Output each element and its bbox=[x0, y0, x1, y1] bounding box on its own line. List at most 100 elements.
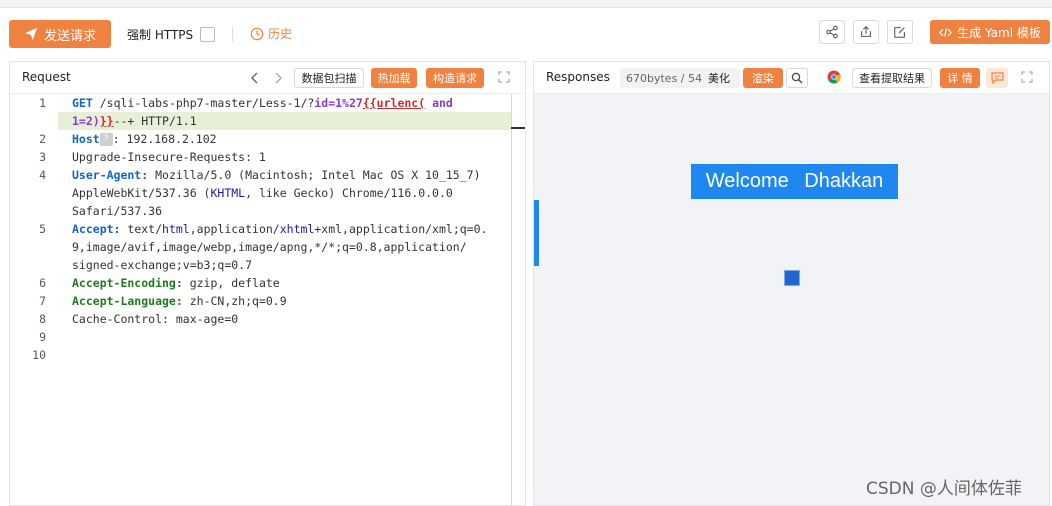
clock-icon bbox=[250, 27, 264, 40]
query-param: id=1%27 bbox=[314, 96, 363, 110]
search-icon bbox=[791, 72, 803, 84]
send-request-label: 发送请求 bbox=[43, 28, 96, 44]
line-number: 1 bbox=[39, 96, 46, 110]
watermark: CSDN @人间体佐菲 bbox=[866, 479, 1022, 499]
header-value: gzip, deflate bbox=[182, 276, 280, 290]
header-value: Mozilla/5.0 (Macintosh; Intel Mac OS X 1… bbox=[148, 168, 481, 182]
sql-keyword: and bbox=[432, 96, 453, 110]
send-request-button[interactable]: 发送请求 bbox=[9, 20, 111, 48]
render-button[interactable]: 渲染 bbox=[743, 68, 783, 88]
toolbar-divider bbox=[232, 27, 233, 42]
header-value-keyword: xhtml bbox=[279, 222, 315, 236]
line-number: 10 bbox=[32, 348, 46, 362]
comment-button[interactable] bbox=[986, 68, 1008, 88]
chevron-right-icon[interactable] bbox=[272, 71, 284, 85]
line-number: 4 bbox=[39, 168, 46, 182]
response-size: 670bytes / 54 bbox=[626, 71, 702, 85]
top-strip bbox=[0, 0, 1052, 8]
packet-scan-button[interactable]: 数据包扫描 bbox=[294, 68, 364, 88]
code-line: 9,image/avif,image/webp,image/apng,*/*;q… bbox=[72, 240, 467, 254]
request-tail: --+ HTTP/1.1 bbox=[113, 114, 197, 128]
line-number: 5 bbox=[39, 222, 46, 236]
code-line: 1=2)}}--+ HTTP/1.1 bbox=[72, 112, 197, 130]
editor-scrollbar-track[interactable] bbox=[511, 94, 512, 505]
line-number: 8 bbox=[39, 312, 46, 326]
editor-scroll-marker bbox=[511, 127, 525, 129]
line-gutter: 1 2 3 4 5 6 7 8 9 10 bbox=[10, 94, 58, 505]
build-request-button[interactable]: 构造请求 bbox=[426, 68, 484, 88]
view-extract-results-button[interactable]: 查看提取结果 bbox=[852, 68, 932, 88]
export-button[interactable] bbox=[853, 20, 879, 44]
edit-icon bbox=[894, 27, 905, 38]
header-key: Accept: bbox=[72, 222, 121, 236]
line-number: 9 bbox=[39, 330, 46, 344]
request-header: Request 数据包扫描 热加载 构造请求 bbox=[10, 62, 525, 94]
export-icon bbox=[861, 26, 871, 37]
welcome-text: Welcome Dhakkan bbox=[691, 164, 898, 199]
code-line: AppleWebKit/537.36 (KHTML, like Gecko) C… bbox=[72, 184, 453, 202]
http-method: GET bbox=[72, 96, 93, 110]
line-number: 7 bbox=[39, 294, 46, 308]
request-title: Request bbox=[22, 70, 71, 84]
hot-reload-button[interactable]: 热加载 bbox=[371, 68, 417, 88]
history-label: 历史 bbox=[268, 27, 293, 41]
response-panel: Responses 670bytes / 54 美化 渲染 查看提取结果 详 情… bbox=[533, 61, 1050, 506]
header-value: ,application/ bbox=[189, 222, 280, 236]
share-icon bbox=[826, 25, 838, 39]
request-panel: Request 数据包扫描 热加载 构造请求 1 2 3 4 5 6 7 8 9… bbox=[9, 61, 526, 506]
send-icon bbox=[24, 27, 38, 41]
code-icon bbox=[939, 27, 953, 37]
header-value: AppleWebKit/537.36 ( bbox=[72, 186, 211, 200]
template-close: }} bbox=[99, 114, 114, 128]
header-key: Accept-Encoding: bbox=[72, 276, 183, 290]
response-header: Responses 670bytes / 54 美化 渲染 查看提取结果 详 情 bbox=[534, 62, 1049, 94]
code-line: Cache-Control: max-age=0 bbox=[72, 312, 239, 326]
force-https-label: 强制 HTTPS bbox=[127, 28, 194, 42]
search-button[interactable] bbox=[786, 68, 808, 88]
header-key: Accept-Language: bbox=[72, 294, 183, 308]
comment-icon bbox=[990, 72, 1004, 84]
code-line: User-Agent: Mozilla/5.0 (Macintosh; Inte… bbox=[72, 166, 481, 184]
generate-yaml-button[interactable]: 生成 Yaml 模板 bbox=[930, 20, 1050, 44]
request-path: /sqli-labs-php7-master/Less-1/? bbox=[99, 96, 315, 110]
force-https-checkbox[interactable] bbox=[200, 27, 215, 42]
expand-icon[interactable] bbox=[1021, 71, 1033, 83]
detail-button[interactable]: 详 情 bbox=[940, 68, 980, 88]
template-tag: {{urlenc( bbox=[362, 96, 426, 110]
code-line: Accept-Language: zh-CN,zh;q=0.9 bbox=[72, 292, 287, 310]
rendered-response[interactable]: Welcome Dhakkan bbox=[534, 94, 1049, 505]
line-number: 3 bbox=[39, 150, 46, 164]
header-key: User-Agent: bbox=[72, 168, 149, 182]
header-value: +xml,application/xml;q=0. bbox=[314, 222, 488, 236]
code-line: Accept-Encoding: gzip, deflate bbox=[72, 274, 280, 292]
sql-expression: 1=2) bbox=[72, 114, 100, 128]
header-value: : 192.168.2.102 bbox=[112, 132, 217, 146]
code-line: Upgrade-Insecure-Requests: 1 bbox=[72, 150, 266, 164]
chrome-icon[interactable] bbox=[827, 70, 841, 84]
main-toolbar: 发送请求 强制 HTTPS 历史 生成 Yaml 模板 bbox=[0, 8, 1052, 60]
help-badge[interactable]: ? bbox=[99, 133, 113, 146]
beautify-button[interactable]: 美化 bbox=[708, 70, 730, 86]
header-value: zh-CN,zh;q=0.9 bbox=[182, 294, 287, 308]
header-value-keyword: KHTML bbox=[210, 186, 246, 200]
chevron-left-icon[interactable] bbox=[249, 71, 261, 85]
header-key: Host bbox=[72, 132, 100, 146]
response-scroll-indicator[interactable] bbox=[534, 200, 539, 266]
broken-image bbox=[784, 270, 800, 286]
header-value-keyword: html bbox=[162, 222, 190, 236]
line-number: 6 bbox=[39, 276, 46, 290]
code-line: Host?: 192.168.2.102 bbox=[72, 130, 217, 148]
code-line: Safari/537.36 bbox=[72, 204, 163, 218]
header-value: text/ bbox=[120, 222, 163, 236]
generate-yaml-label: 生成 Yaml 模板 bbox=[957, 25, 1041, 40]
code-line: signed-exchange;v=b3;q=0.7 bbox=[72, 258, 253, 272]
code-line: GET /sqli-labs-php7-master/Less-1/?id=1%… bbox=[72, 94, 453, 112]
response-size-box: 670bytes / 54 美化 bbox=[620, 68, 740, 88]
header-value: , like Gecko) Chrome/116.0.0.0 bbox=[245, 186, 453, 200]
request-editor[interactable]: 1 2 3 4 5 6 7 8 9 10 GET /sqli-labs-php7… bbox=[10, 94, 525, 505]
history-button[interactable]: 历史 bbox=[250, 25, 292, 42]
edit-button[interactable] bbox=[887, 20, 913, 44]
share-button[interactable] bbox=[819, 20, 845, 44]
expand-icon[interactable] bbox=[498, 71, 510, 83]
response-title: Responses bbox=[546, 70, 610, 84]
